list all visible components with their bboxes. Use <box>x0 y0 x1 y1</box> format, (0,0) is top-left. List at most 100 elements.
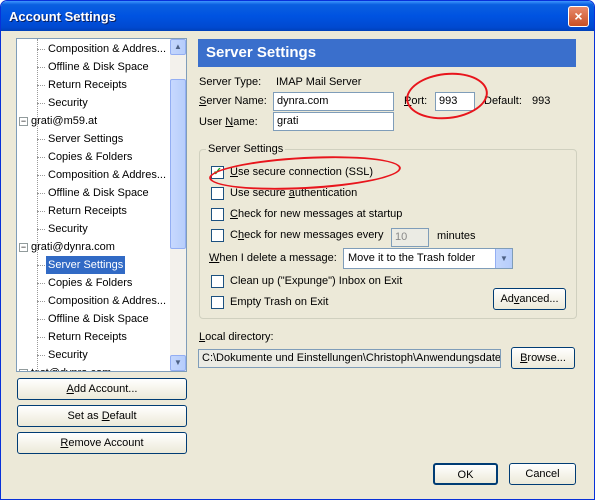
label-accel: C <box>230 208 238 220</box>
tree-item-label: Offline & Disk Space <box>48 61 149 73</box>
collapse-icon[interactable]: − <box>19 368 28 371</box>
label-text: C <box>230 229 238 241</box>
tree-connector <box>37 265 45 266</box>
tree-settings-item[interactable]: Server Settings <box>46 256 126 274</box>
cancel-button[interactable]: Cancel <box>509 463 576 485</box>
tree-item-label: Copies & Folders <box>48 277 133 289</box>
server-name-label: Server Name: <box>199 95 267 107</box>
server-name-input[interactable]: dynra.com <box>273 92 394 111</box>
delete-action-select[interactable]: Move it to the Trash folder ▼ <box>343 248 513 269</box>
label-text: heck for new messages at startup <box>237 208 403 220</box>
tree-connector <box>37 139 45 140</box>
scroll-down-button[interactable]: ▼ <box>170 355 186 371</box>
settings-checkbox-label: Check for new messages at startup <box>230 208 402 220</box>
empty-trash-label: Empty Trash on Exit <box>230 296 329 308</box>
tree-item-label: Security <box>48 223 88 235</box>
local-directory-label: Local directory: <box>199 331 274 343</box>
user-name-input[interactable]: grati <box>273 112 394 131</box>
btn-text: Set as <box>67 410 102 422</box>
tree-item-label: Return Receipts <box>48 331 127 343</box>
browse-button[interactable]: Browse... <box>511 347 575 369</box>
tree-settings-item[interactable]: Composition & Addres... <box>46 292 168 310</box>
btn-accel: A <box>66 383 74 395</box>
tree-connector <box>37 67 45 68</box>
add-account-button[interactable]: Add Account... <box>17 378 187 400</box>
tree-settings-item[interactable]: Security <box>46 220 90 238</box>
tree-item-label: Composition & Addres... <box>48 295 167 307</box>
tree-connector <box>37 337 45 338</box>
tree-connector <box>37 85 45 86</box>
tree-settings-item[interactable]: Server Settings <box>46 130 125 148</box>
tree-settings-item[interactable]: Copies & Folders <box>46 274 134 292</box>
btn-text: dd Account... <box>73 383 138 395</box>
collapse-icon[interactable]: − <box>19 116 28 126</box>
label-text: ame: <box>233 116 258 128</box>
server-type-value: IMAP Mail Server <box>276 76 362 88</box>
tree-item-label: Composition & Addres... <box>48 43 167 55</box>
settings-checkbox[interactable] <box>211 208 224 221</box>
tree-settings-item[interactable]: Offline & Disk Space <box>46 184 151 202</box>
tree-connector <box>37 157 45 158</box>
tree-settings-item[interactable]: Copies & Folders <box>46 148 134 166</box>
scroll-up-button[interactable]: ▲ <box>170 39 186 55</box>
remove-account-button[interactable]: Remove Account <box>17 432 187 454</box>
tree-settings-item[interactable]: Offline & Disk Space <box>46 310 151 328</box>
tree-guide-line <box>37 39 38 371</box>
tree-settings-item[interactable]: Security <box>46 346 90 364</box>
scroll-thumb[interactable] <box>170 79 186 249</box>
server-type-label: Server Type: <box>199 76 262 88</box>
local-directory-field[interactable]: C:\Dokumente und Einstellungen\Christoph… <box>198 349 501 368</box>
label-text: eck for new messages every <box>244 229 384 241</box>
settings-checkbox[interactable] <box>211 229 224 242</box>
tree-settings-item[interactable]: Return Receipts <box>46 76 129 94</box>
tree-connector <box>37 355 45 356</box>
tree-settings-item[interactable]: Return Receipts <box>46 202 129 220</box>
account-settings-window: Account Settings × Composition & Addres.… <box>0 0 595 500</box>
dropdown-arrow-icon[interactable]: ▼ <box>495 249 512 268</box>
tree-item-label: grati@m59.at <box>31 115 98 127</box>
empty-trash-checkbox[interactable] <box>211 296 224 309</box>
set-as-default-button[interactable]: Set as Default <box>17 405 187 427</box>
tree-item-label: Security <box>48 97 88 109</box>
tree-settings-item[interactable]: Composition & Addres... <box>46 40 168 58</box>
tree-item-label: Copies & Folders <box>48 151 133 163</box>
chevron-down-icon: ▼ <box>174 358 182 367</box>
tree-connector <box>37 229 45 230</box>
tree-connector <box>37 319 45 320</box>
collapse-icon[interactable]: − <box>19 242 28 252</box>
tree-item-label: Server Settings <box>48 259 124 271</box>
tree-scrollbar[interactable]: ▲ ▼ <box>170 39 186 371</box>
tree-settings-item[interactable]: Composition & Addres... <box>46 166 168 184</box>
label-accel: W <box>209 252 220 264</box>
window-title: Account Settings <box>9 9 116 24</box>
btn-text: Ad <box>500 293 514 305</box>
btn-text: rowse... <box>527 352 566 364</box>
tree-account-item[interactable]: −test@dynra.com <box>19 364 111 371</box>
account-tree[interactable]: Composition & Addres... Offline & Disk Sp… <box>16 38 187 372</box>
label-text: ocal directory: <box>205 331 274 343</box>
btn-text: anced... <box>519 293 559 305</box>
tree-settings-item[interactable]: Return Receipts <box>46 328 129 346</box>
port-annotation-circle <box>403 68 491 124</box>
minutes-label: minutes <box>437 230 476 242</box>
title-bar[interactable]: Account Settings × <box>1 1 594 31</box>
minutes-input[interactable]: 10 <box>391 228 429 247</box>
tree-connector <box>37 283 45 284</box>
tree-account-item[interactable]: − grati@m59.at <box>19 112 97 130</box>
btn-accel: D <box>101 410 110 422</box>
delete-action-value: Move it to the Trash folder <box>348 252 476 264</box>
close-button[interactable]: × <box>568 6 589 27</box>
cleanup-inbox-checkbox[interactable] <box>211 275 224 288</box>
tree-account-item[interactable]: − grati@dynra.com <box>19 238 115 256</box>
btn-text: efault <box>109 410 137 422</box>
tree-settings-item[interactable]: Security <box>46 94 90 112</box>
settings-checkbox[interactable] <box>211 187 224 200</box>
tree-settings-item[interactable]: Offline & Disk Space <box>46 58 151 76</box>
tree-connector <box>37 211 45 212</box>
tree-connector <box>37 193 45 194</box>
ok-button[interactable]: OK <box>433 463 498 485</box>
settings-checkbox-label: Check for new messages every <box>230 229 383 241</box>
label-text: User <box>199 116 226 128</box>
advanced-button[interactable]: Advanced... <box>493 288 566 310</box>
server-settings-group-title: Server Settings <box>206 143 286 155</box>
